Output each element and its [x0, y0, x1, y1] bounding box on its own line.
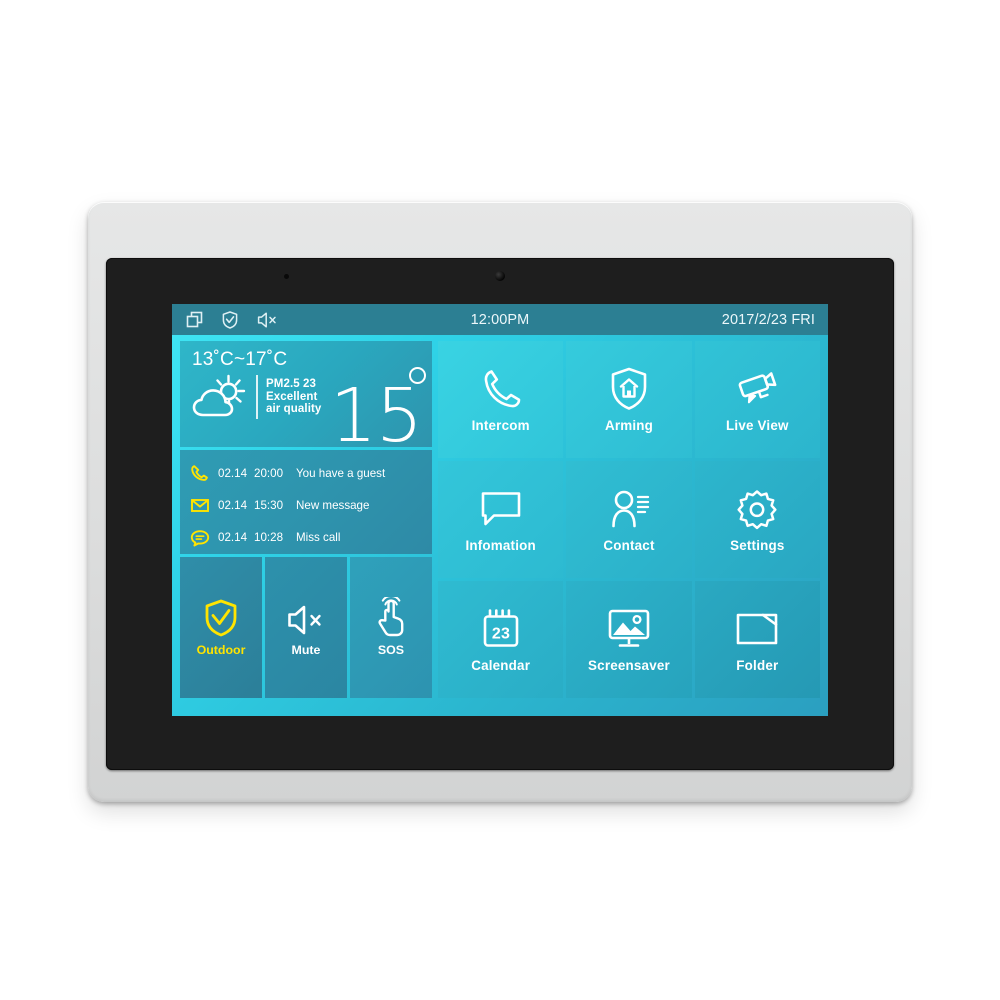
left-column: 13˚C~17˚C PM2.5 23 Excellent air quality… — [180, 341, 432, 698]
app-tile-label: Screensaver — [588, 657, 670, 673]
phone-handset-icon — [481, 367, 521, 411]
chat-bubble-icon — [190, 529, 210, 547]
list-item[interactable]: 02.14 15:30 New message — [190, 496, 426, 514]
notification-text: Miss call — [296, 531, 341, 545]
app-tile-settings[interactable]: Settings — [694, 461, 820, 578]
right-column: Intercom Arming Live View Infomation Con… — [438, 341, 820, 698]
sun-behind-cloud-icon — [192, 373, 250, 421]
app-tile-arming[interactable]: Arming — [566, 341, 692, 458]
notification-date: 02.14 — [218, 498, 248, 512]
app-tile-information[interactable]: Infomation — [438, 461, 564, 578]
microphone-hole-icon — [284, 274, 289, 279]
home-screen-content: 13˚C~17˚C PM2.5 23 Excellent air quality… — [172, 335, 828, 716]
notification-list[interactable]: 02.14 20:00 You have a guest 02.14 15:30… — [180, 450, 432, 554]
quick-action-label: Mute — [291, 642, 321, 657]
calendar-icon: 23 — [482, 607, 520, 651]
app-tile-label: Live View — [726, 417, 789, 433]
list-item[interactable]: 02.14 20:00 You have a guest — [190, 464, 426, 482]
air-quality-block: PM2.5 23 Excellent air quality — [266, 378, 321, 416]
quick-action-label: SOS — [377, 642, 405, 657]
quick-action-label: Outdoor — [196, 642, 246, 657]
degree-symbol-icon — [409, 367, 426, 384]
envelope-icon — [190, 496, 210, 514]
folder-icon — [735, 607, 779, 651]
app-grid: Intercom Arming Live View Infomation Con… — [438, 341, 820, 698]
cctv-camera-icon — [734, 367, 780, 411]
app-tile-label: Calendar — [471, 657, 531, 673]
app-tile-calendar[interactable]: 23 Calendar — [438, 581, 564, 698]
current-temperature: 15 — [329, 373, 423, 447]
app-tile-label: Contact — [603, 537, 655, 553]
notification-time: 20:00 — [254, 466, 284, 480]
notification-time: 15:30 — [254, 498, 284, 512]
sos-hand-icon — [374, 596, 408, 637]
quick-actions-bar: Outdoor Mute SOS — [180, 557, 432, 698]
app-tile-label: Infomation — [465, 537, 536, 553]
notification-text: You have a guest — [296, 466, 386, 480]
weather-range: 13˚C~17˚C — [192, 349, 288, 370]
gear-icon — [736, 487, 778, 531]
device-bezel: 12:00PM 2017/2/23 FRI 13˚C~17˚C PM2.5 23… — [106, 258, 894, 770]
pm25-value: PM2.5 23 — [266, 378, 317, 391]
picture-screen-icon — [607, 607, 651, 651]
touch-screen[interactable]: 12:00PM 2017/2/23 FRI 13˚C~17˚C PM2.5 23… — [172, 304, 828, 716]
weather-widget[interactable]: 13˚C~17˚C PM2.5 23 Excellent air quality… — [180, 341, 432, 447]
notification-text: New message — [296, 498, 370, 512]
calendar-day-number: 23 — [492, 625, 510, 642]
air-quality-line2: air quality — [266, 403, 322, 416]
device-frame: 12:00PM 2017/2/23 FRI 13˚C~17˚C PM2.5 23… — [88, 202, 912, 802]
app-tile-label: Settings — [730, 537, 785, 553]
quick-action-sos[interactable]: SOS — [350, 557, 432, 698]
quick-action-outdoor[interactable]: Outdoor — [180, 557, 262, 698]
app-tile-label: Arming — [604, 417, 654, 433]
shield-check-icon — [204, 599, 238, 637]
app-tile-label: Folder — [736, 657, 779, 673]
speech-bubble-icon — [480, 487, 522, 531]
app-tile-label: Intercom — [471, 417, 530, 433]
phone-call-icon — [190, 464, 210, 482]
notification-date: 02.14 — [218, 531, 248, 545]
weather-divider — [256, 375, 258, 419]
speaker-mute-icon — [287, 599, 325, 637]
contact-person-icon — [607, 487, 651, 531]
notification-date: 02.14 — [218, 466, 248, 480]
quick-action-mute[interactable]: Mute — [265, 557, 347, 698]
list-item[interactable]: 02.14 10:28 Miss call — [190, 529, 426, 547]
screenshot-stage: 12:00PM 2017/2/23 FRI 13˚C~17˚C PM2.5 23… — [0, 0, 1000, 1000]
app-tile-screensaver[interactable]: Screensaver — [566, 581, 692, 698]
app-tile-contact[interactable]: Contact — [566, 461, 692, 578]
status-bar: 12:00PM 2017/2/23 FRI — [172, 304, 828, 335]
app-tile-live-view[interactable]: Live View — [694, 341, 820, 458]
shield-house-icon — [610, 367, 648, 411]
status-bar-time: 12:00PM — [470, 311, 530, 328]
air-quality-line1: Excellent — [266, 390, 318, 403]
app-tile-intercom[interactable]: Intercom — [438, 341, 564, 458]
notification-time: 10:28 — [254, 531, 284, 545]
camera-lens-icon — [495, 271, 505, 281]
app-tile-folder[interactable]: Folder — [694, 581, 820, 698]
